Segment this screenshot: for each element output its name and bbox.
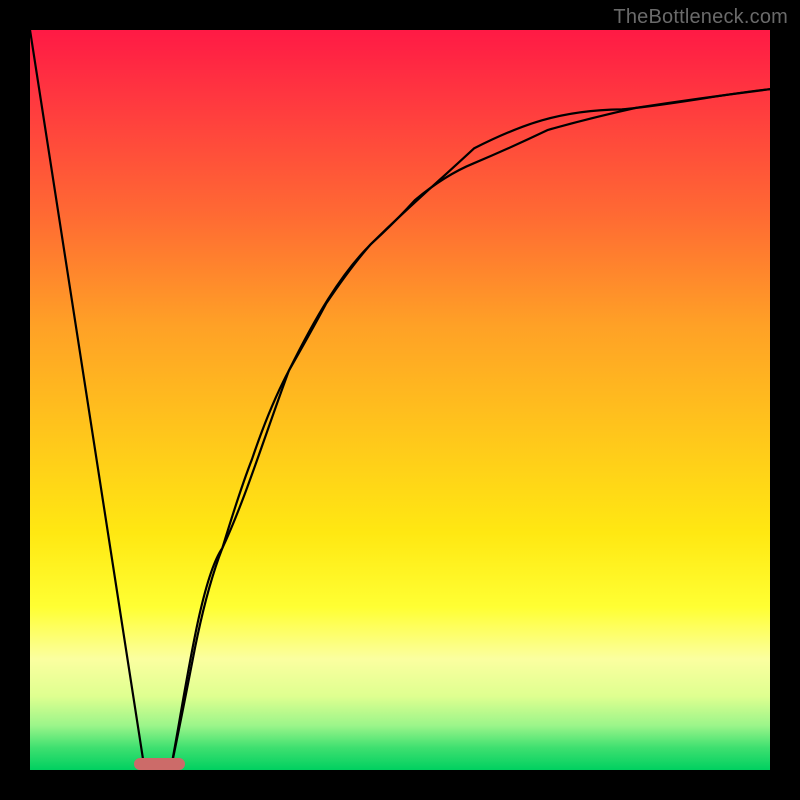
series-right-curve [171, 89, 770, 770]
series-right-curve-refined [171, 89, 770, 770]
plot-area [30, 30, 770, 770]
curve-layer [30, 30, 770, 770]
bottleneck-marker [134, 758, 186, 770]
watermark-text: TheBottleneck.com [613, 6, 788, 29]
series-left-linear [30, 30, 145, 770]
chart-frame: TheBottleneck.com [0, 0, 800, 800]
